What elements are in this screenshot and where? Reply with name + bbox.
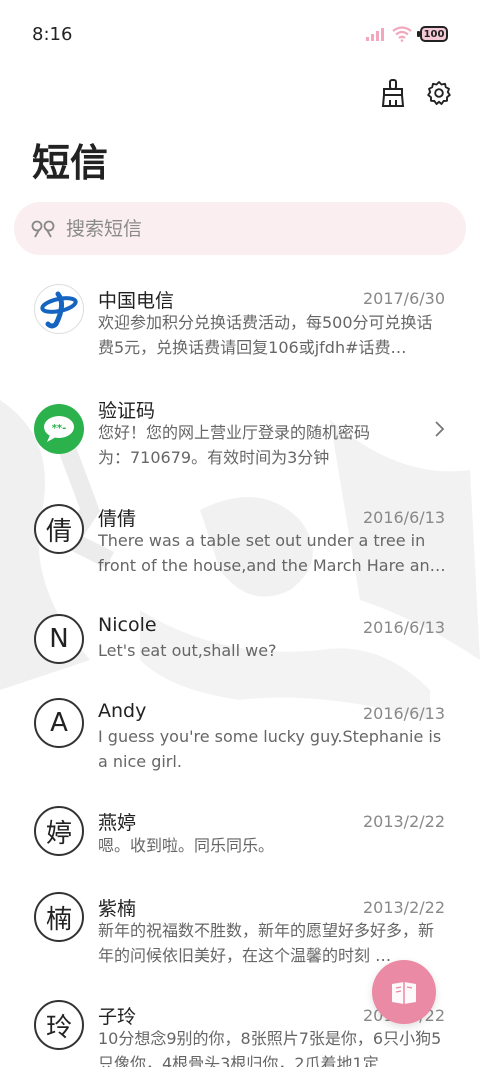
- chevron-right-icon: [435, 421, 445, 437]
- compose-button[interactable]: [372, 960, 436, 1024]
- sender-name: 燕婷: [98, 812, 137, 834]
- message-preview: Let's eat out,shall we?: [98, 641, 277, 660]
- message-item[interactable]: 倩 倩倩 2016/6/13 There was a table set out…: [0, 490, 480, 598]
- status-time: 8:16: [32, 23, 73, 45]
- message-date: 2013/2/22: [362, 812, 445, 831]
- message-bubble-icon: **-: [34, 404, 84, 454]
- search-input[interactable]: [66, 217, 426, 240]
- battery-indicator: 100: [417, 26, 448, 42]
- telecom-logo-icon: [34, 284, 84, 334]
- message-preview: There was a table set out under a tree i…: [98, 531, 446, 575]
- message-item[interactable]: **- 验证码 您好！您的网上营业厅登录的随机密码为：710679。有效时间为3…: [0, 380, 480, 488]
- message-date: 2017/6/30: [362, 289, 445, 308]
- message-preview: 10分想念9别的你，8张照片7张是你，6只小狗5只像你，4根骨头3根归你，2爪着…: [98, 1029, 442, 1067]
- svg-text:**-: **-: [52, 423, 67, 434]
- contact-avatar: 倩: [34, 504, 84, 554]
- contact-avatar: 婷: [34, 806, 84, 856]
- message-date: 2016/6/13: [362, 704, 445, 723]
- message-preview: 嗯。收到啦。同乐同乐。: [98, 836, 275, 855]
- search-icon: [31, 220, 55, 237]
- sender-name: 中国电信: [98, 290, 175, 312]
- message-preview: 您好！您的网上营业厅登录的随机密码为：710679。有效时间为3分钟: [98, 423, 371, 467]
- message-date: 2016/6/13: [362, 508, 445, 527]
- contact-avatar: 玲: [34, 1000, 84, 1050]
- compose-icon: [392, 982, 416, 1004]
- contact-avatar: 楠: [34, 892, 84, 942]
- message-item[interactable]: 婷 燕婷 2013/2/22 嗯。收到啦。同乐同乐。: [0, 796, 480, 880]
- gear-icon: [427, 81, 451, 105]
- wifi-icon: [392, 26, 412, 42]
- search-bar[interactable]: [14, 202, 466, 255]
- message-item[interactable]: 中国电信 2017/6/30 欢迎参加积分兑换话费活动，每500分可兑换话费5元…: [0, 270, 480, 378]
- status-bar: 8:16 100: [0, 0, 480, 68]
- broom-icon: [381, 79, 405, 107]
- sender-name: 子玲: [98, 1006, 137, 1028]
- settings-button[interactable]: [424, 78, 454, 108]
- signal-icon: [366, 28, 384, 41]
- message-preview: I guess you're some lucky guy.Stephanie …: [98, 727, 442, 771]
- message-preview: 欢迎参加积分兑换话费活动，每500分可兑换话费5元，兑换话费请回复106或jfd…: [98, 313, 433, 357]
- message-date: 2016/6/13: [362, 618, 445, 637]
- sender-name: Nicole: [98, 614, 157, 636]
- sender-name: 紫楠: [98, 898, 137, 920]
- status-icons: 100: [366, 26, 448, 42]
- contact-avatar: N: [34, 614, 84, 664]
- sender-name: 验证码: [98, 400, 156, 422]
- sender-name: Andy: [98, 700, 147, 722]
- top-actions: [378, 78, 454, 108]
- page-title: 短信: [32, 141, 109, 185]
- sender-name: 倩倩: [98, 508, 137, 530]
- message-item[interactable]: A Andy 2016/6/13 I guess you're some luc…: [0, 686, 480, 794]
- message-item[interactable]: N Nicole 2016/6/13 Let's eat out,shall w…: [0, 600, 480, 684]
- message-date: 2013/2/22: [362, 898, 445, 917]
- clean-button[interactable]: [378, 78, 408, 108]
- contact-avatar: A: [34, 698, 84, 748]
